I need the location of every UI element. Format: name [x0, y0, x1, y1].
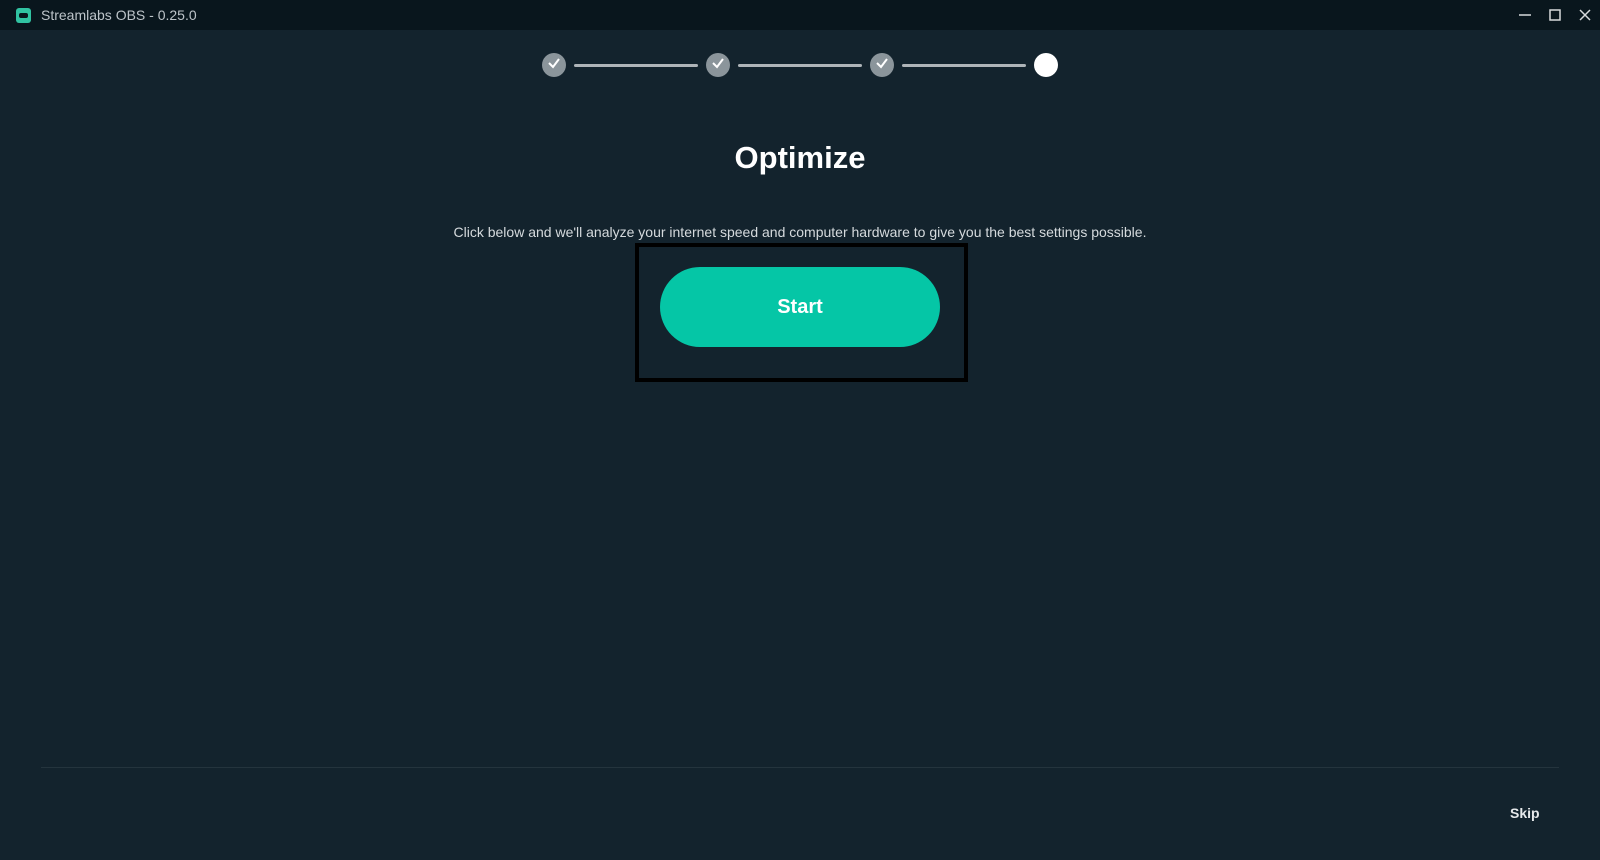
- footer-divider: [41, 767, 1559, 768]
- step-1-completed: [542, 53, 566, 77]
- title-bar: Streamlabs OBS - 0.25.0: [0, 0, 1600, 30]
- streamlabs-logo-icon: [16, 7, 31, 23]
- maximize-icon: [1549, 9, 1561, 21]
- skip-button[interactable]: Skip: [1510, 805, 1540, 821]
- step-4-current: [1034, 53, 1058, 77]
- check-icon: [875, 56, 889, 75]
- minimize-button[interactable]: [1510, 0, 1540, 30]
- window-controls: [1510, 0, 1600, 30]
- check-icon: [547, 56, 561, 75]
- maximize-button[interactable]: [1540, 0, 1570, 30]
- close-button[interactable]: [1570, 0, 1600, 30]
- start-button[interactable]: Start: [660, 267, 940, 347]
- optimize-description: Click below and we'll analyze your inter…: [453, 224, 1147, 240]
- step-3-completed: [870, 53, 894, 77]
- minimize-icon: [1519, 9, 1531, 21]
- onboarding-stepper: [0, 52, 1600, 78]
- page-title: Optimize: [734, 140, 866, 175]
- step-2-completed: [706, 53, 730, 77]
- step-connector: [902, 64, 1026, 67]
- step-connector: [738, 64, 862, 67]
- step-connector: [574, 64, 698, 67]
- window-title: Streamlabs OBS - 0.25.0: [41, 7, 197, 23]
- check-icon: [711, 56, 725, 75]
- close-icon: [1579, 9, 1591, 21]
